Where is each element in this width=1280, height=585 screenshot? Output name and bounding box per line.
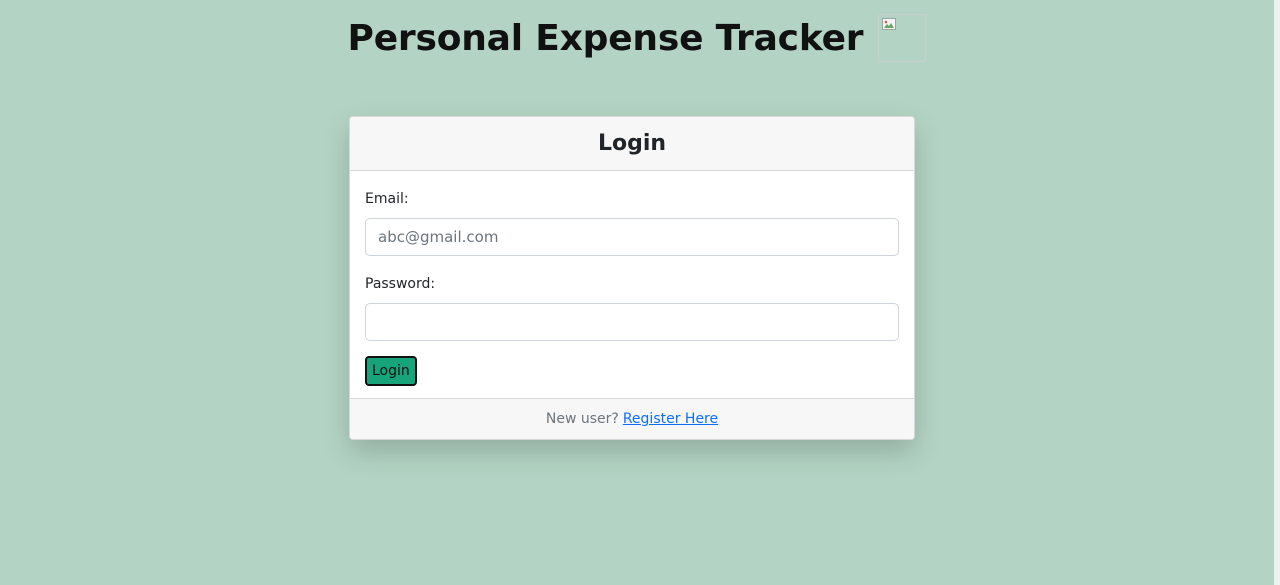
page-scroll-edge <box>1274 0 1280 585</box>
register-link[interactable]: Register Here <box>623 411 718 427</box>
login-card-header: Login <box>350 117 914 171</box>
new-user-prompt: New user? <box>545 411 619 427</box>
password-label: Password: <box>365 276 436 292</box>
login-card-footer: New user? Register Here <box>350 398 914 439</box>
login-card-title: Login <box>597 131 667 156</box>
password-input[interactable] <box>365 303 899 341</box>
login-button[interactable]: Login <box>365 356 417 386</box>
email-label: Email: <box>365 191 409 207</box>
page-title: Personal Expense Tracker <box>347 17 864 59</box>
broken-image-icon <box>878 14 927 62</box>
login-card: Login Email: Password: Login New user? R… <box>349 116 915 440</box>
email-input[interactable] <box>365 218 899 256</box>
page-header: Personal Expense Tracker <box>0 14 1274 62</box>
login-form: Email: Password: Login <box>350 171 914 401</box>
